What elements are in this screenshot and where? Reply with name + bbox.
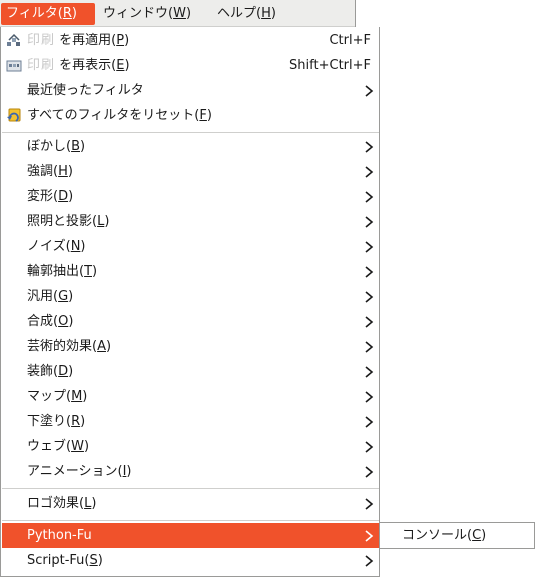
chevron-right-icon (365, 141, 374, 153)
menu-separator (2, 132, 379, 133)
filter-reshow-icon (6, 60, 22, 72)
chevron-right-icon (365, 530, 374, 542)
menu-item-reshow-filter[interactable]: 印刷 を再表示(E) Shift+Ctrl+F (2, 53, 379, 78)
chevron-right-icon (365, 441, 374, 453)
chevron-right-icon (365, 466, 374, 478)
submenu-item-console[interactable]: コンソール(C) (402, 523, 486, 548)
menu-item-label: 最近使ったフィルタ (27, 83, 144, 98)
menu-item-label: 芸術的効果(A) (27, 339, 112, 354)
menu-item-label: 下塗り(R) (27, 414, 86, 429)
chevron-right-icon (365, 216, 374, 228)
chevron-right-icon (365, 416, 374, 428)
menu-item-decor[interactable]: 装飾(D) (2, 359, 379, 384)
menu-item-label: アニメーション(I) (27, 464, 132, 479)
menu-item-label: Script-Fu(S) (27, 553, 103, 568)
chevron-right-icon (365, 555, 374, 567)
menu-item-reapply-filter[interactable]: 印刷 を再適用(P) Ctrl+F (2, 28, 379, 53)
menu-item-label: 汎用(G) (27, 289, 74, 304)
menu-item-label: ウェブ(W) (27, 439, 90, 454)
chevron-right-icon (365, 85, 374, 97)
chevron-right-icon (365, 316, 374, 328)
menu-item-label: 強調(H) (27, 164, 73, 179)
menubar-filters[interactable]: フィルタ(R) (1, 3, 95, 25)
menu-separator (2, 488, 379, 489)
menu-item-label: 輪郭抽出(T) (27, 264, 98, 279)
menubar-help[interactable]: ヘルプ(H) (213, 3, 280, 25)
menu-item-label: 装飾(D) (27, 364, 74, 379)
menu-item-map[interactable]: マップ(M) (2, 384, 379, 409)
menu-item-blur[interactable]: ぼかし(B) (2, 134, 379, 159)
chevron-right-icon (365, 241, 374, 253)
chevron-right-icon (365, 366, 374, 378)
menu-item-python-fu[interactable]: Python-Fu (2, 523, 379, 548)
chevron-right-icon (365, 191, 374, 203)
menu-item-text: を再適用(P) (55, 33, 130, 48)
menu-item-label: Python-Fu (27, 528, 92, 543)
menu-item-label: 印刷 を再表示(E) (27, 53, 130, 78)
chevron-right-icon (365, 498, 374, 510)
reset-filters-icon (7, 108, 21, 122)
python-fu-submenu: コンソール(C) (379, 522, 535, 549)
menu-item-text: を再表示(E) (55, 58, 130, 73)
menu-item-enhance[interactable]: 強調(H) (2, 159, 379, 184)
menu-item-label: ぼかし(B) (27, 139, 86, 154)
menu-item-recent-filters[interactable]: 最近使ったフィルタ (2, 78, 379, 103)
chevron-right-icon (365, 266, 374, 278)
menubar-divider (355, 0, 356, 27)
menu-item-label: ノイズ(N) (27, 239, 86, 254)
menu-item-distorts[interactable]: 変形(D) (2, 184, 379, 209)
menu-item-artistic[interactable]: 芸術的効果(A) (2, 334, 379, 359)
menu-item-combine[interactable]: 合成(O) (2, 309, 379, 334)
menu-item-animation[interactable]: アニメーション(I) (2, 459, 379, 484)
menu-item-alpha-to-logo[interactable]: ロゴ効果(L) (2, 491, 379, 516)
menu-item-label: 印刷 を再適用(P) (27, 28, 129, 53)
shortcut-label: Ctrl+F (329, 33, 371, 48)
menu-item-label: ロゴ効果(L) (27, 496, 97, 511)
chevron-right-icon (365, 341, 374, 353)
menu-item-label: 照明と投影(L) (27, 214, 110, 229)
menu-item-render[interactable]: 下塗り(R) (2, 409, 379, 434)
menu-item-noise[interactable]: ノイズ(N) (2, 234, 379, 259)
menu-item-label: 合成(O) (27, 314, 74, 329)
menu-item-script-fu[interactable]: Script-Fu(S) (2, 548, 379, 573)
last-filter-name: 印刷 (27, 33, 56, 48)
menu-item-light-shadow[interactable]: 照明と投影(L) (2, 209, 379, 234)
last-filter-name: 印刷 (27, 58, 56, 73)
filters-dropdown-menu: 印刷 を再適用(P) Ctrl+F 印刷 を再表示(E) Shift+Ctrl+… (0, 27, 380, 577)
menu-item-label: マップ(M) (27, 389, 88, 404)
chevron-right-icon (365, 291, 374, 303)
menu-item-web[interactable]: ウェブ(W) (2, 434, 379, 459)
chevron-right-icon (365, 166, 374, 178)
menu-item-label: すべてのフィルタをリセット(F) (27, 108, 212, 123)
menu-item-generic[interactable]: 汎用(G) (2, 284, 379, 309)
gimp-filters-menu-screen: フィルタ(R) ウィンドウ(W) ヘルプ(H) 印刷 を再適用(P) Ctrl+… (0, 0, 535, 577)
menubar: フィルタ(R) ウィンドウ(W) ヘルプ(H) (0, 0, 356, 27)
menu-item-edge-detect[interactable]: 輪郭抽出(T) (2, 259, 379, 284)
menu-separator (2, 520, 379, 521)
menu-item-reset-all-filters[interactable]: すべてのフィルタをリセット(F) (2, 103, 379, 128)
menu-item-label: 変形(D) (27, 189, 74, 204)
menubar-windows[interactable]: ウィンドウ(W) (99, 3, 195, 25)
shortcut-label: Shift+Ctrl+F (289, 58, 371, 73)
chevron-right-icon (365, 391, 374, 403)
filter-reapply-icon (7, 33, 20, 46)
